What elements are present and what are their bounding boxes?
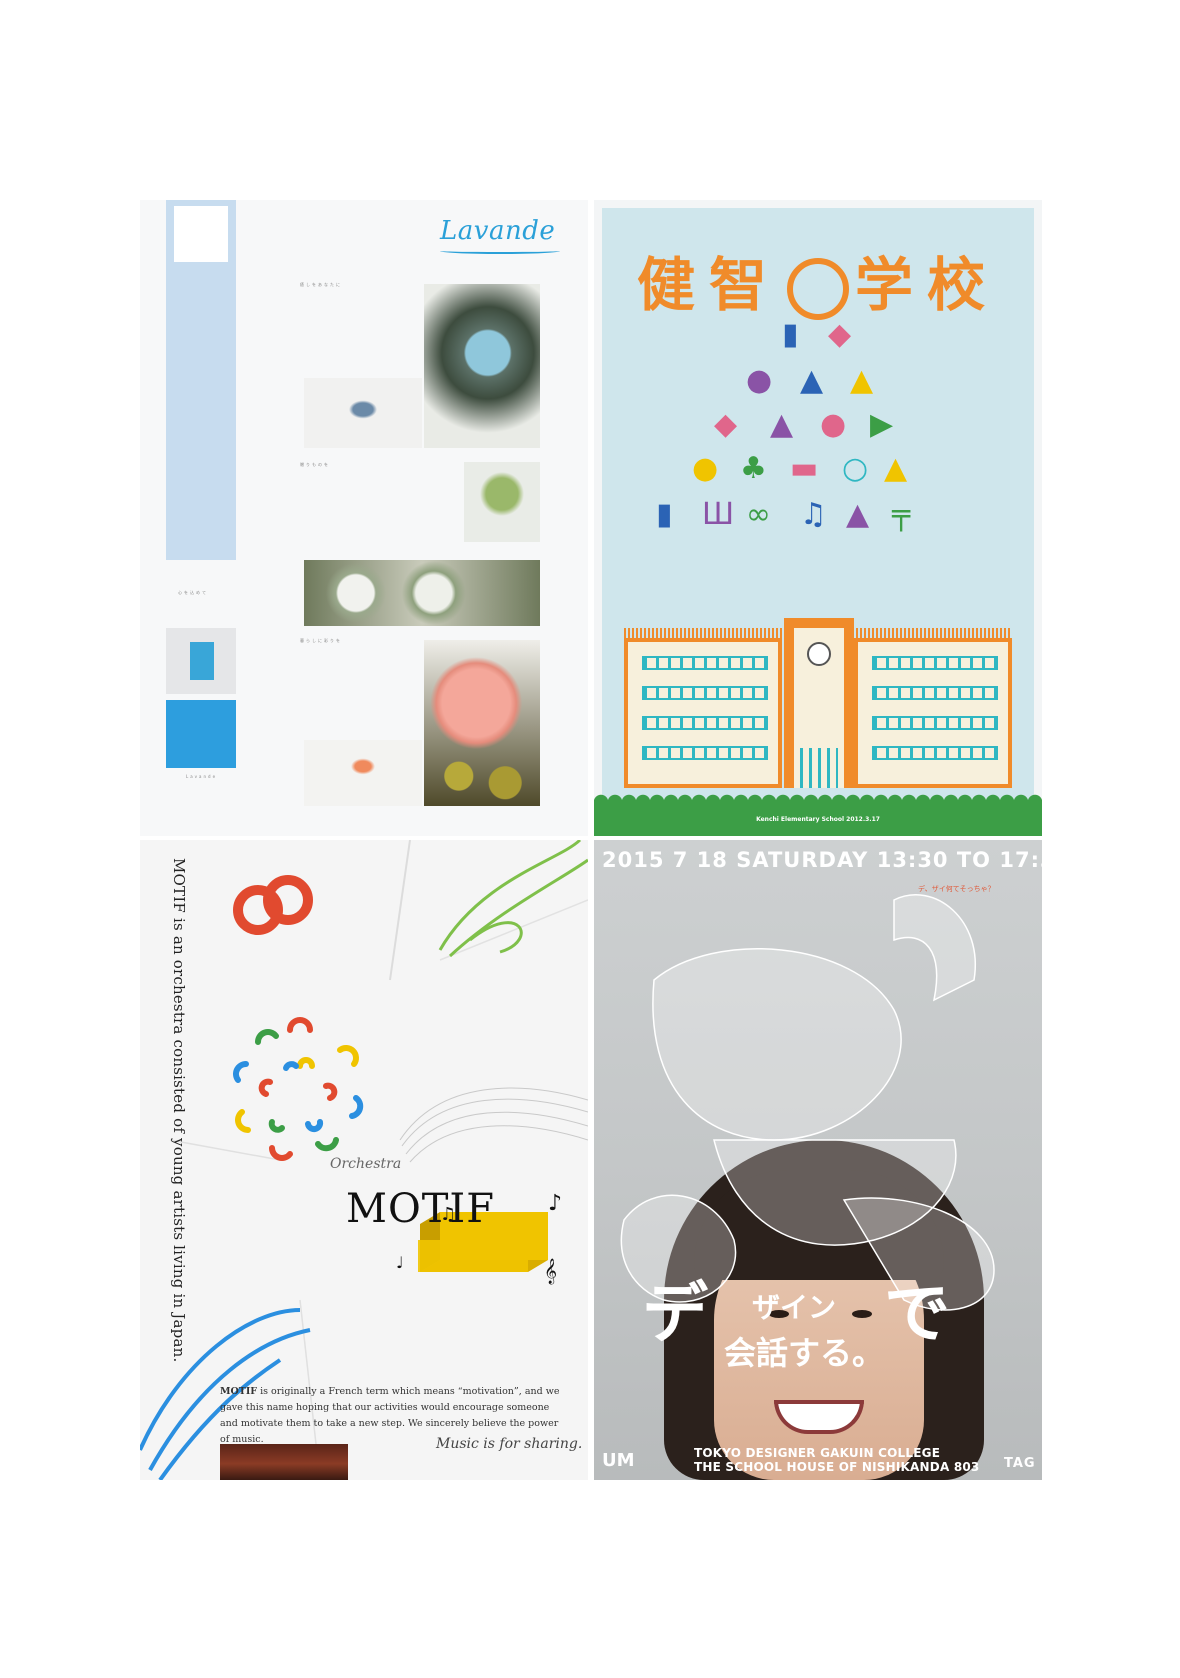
school-title-right: 学校 <box>855 251 1000 319</box>
wheel-icon: ● <box>820 407 847 442</box>
school-caption: Kenchi Elementary School 2012.3.17 <box>756 816 880 823</box>
design-venue: THE SCHOOL HOUSE OF NISHIKANDA 803 <box>694 1460 980 1474</box>
flask-icon: ▲ <box>846 497 870 532</box>
fork-icon: Ш <box>702 497 735 532</box>
lavande-panel: Lavande 癒しをあなたに 贈りものを 暮らしに彩りを 心を込めて Lava… <box>140 200 588 836</box>
clock-icon <box>807 642 831 666</box>
design-college: TOKYO DESIGNER GAKUIN COLLEGE <box>694 1446 941 1460</box>
lavande-logo: Lavande <box>440 216 556 246</box>
faucet-icon: ╤ <box>892 497 911 532</box>
lavande-photo-coral-rose <box>424 640 540 806</box>
motif-vertical-text: MOTIF is an orchestra consisted of young… <box>170 858 188 1363</box>
music-note-icon: ♪ <box>548 1191 562 1216</box>
bird-icon: ● <box>746 363 773 398</box>
school-wing-right <box>854 638 1012 788</box>
design-logo-um: UM <box>602 1450 635 1471</box>
motif-name: MOTIF <box>346 1186 495 1232</box>
school-emblem-icon <box>787 257 849 320</box>
design-jp-dee: で <box>884 1275 950 1352</box>
lavande-caption-2: 贈りものを <box>300 462 330 467</box>
lavande-photo-green-box <box>464 462 540 542</box>
motif-signature: Music is for sharing. <box>436 1436 583 1452</box>
slipper-icon: ▮ <box>656 497 673 532</box>
backpack-icon: ▮ <box>782 317 799 352</box>
school-wing-left <box>624 638 782 788</box>
lavande-caption-4: 心を込めて <box>178 590 208 595</box>
school-title: 健智 学校 <box>594 238 1042 322</box>
lavande-package-grey <box>166 628 236 694</box>
pencil-sharpener-icon: ▲ <box>884 451 908 486</box>
lavande-caption-3: 暮らしに彩りを <box>300 638 342 643</box>
flower-logo-icon <box>233 1017 364 1161</box>
design-jp-kaiwa: 会話する。 <box>724 1334 885 1372</box>
lavande-caption-1: 癒しをあなたに <box>300 282 342 287</box>
school-building <box>624 618 1012 798</box>
cup-icon: ◆ <box>828 317 852 352</box>
bulb-icon: ● <box>692 451 719 486</box>
glasses-icon: ∞ <box>746 497 771 532</box>
design-panel: 2015 7 18 SATURDAY 13:30 TO 17:30 デ、ザイ何て… <box>594 840 1042 1480</box>
school-door <box>800 748 838 788</box>
green-swirl-icon <box>438 840 588 958</box>
lavande-photo-blue-rose <box>424 284 540 448</box>
school-tower <box>784 618 854 788</box>
design-date-line: 2015 7 18 SATURDAY 13:30 TO 17:30 <box>602 848 1042 872</box>
school-title-left: 健智 <box>636 251 781 319</box>
design-jp-zain: ザイン <box>752 1291 837 1324</box>
wave-mesh-icon <box>399 1087 588 1163</box>
lavande-photo-small-vase <box>304 378 422 448</box>
shoe-icon: ▬ <box>790 451 819 486</box>
design-logo-tag: TAG <box>1004 1456 1036 1471</box>
pencil-icon: ▲ <box>770 407 794 442</box>
drop-icon: ▲ <box>800 363 824 398</box>
design-jp-de: デ <box>642 1275 708 1352</box>
music-note-icon: ♫ <box>800 497 827 532</box>
motif-orchestra-photo <box>220 1444 348 1480</box>
magnifier-icon: ○ <box>842 451 869 486</box>
school-panel: 健智 学校 ▮ ◆ ● ▲ ▲ ◆ ▲ ● ▶ ● ♣ ▬ ○ ▲ ▮ Ш ∞ ♫… <box>594 200 1042 836</box>
motif-panel: ♪ ♫ 𝄞 ♩ MOTIF is an orchestra consisted … <box>140 840 588 1480</box>
watering-can-icon: ◆ <box>714 407 738 442</box>
rings-icon <box>233 875 313 935</box>
lavande-photo-white-flowers <box>304 560 540 626</box>
lavande-blue-strip <box>166 200 236 560</box>
flag-icon: ▶ <box>870 407 894 442</box>
bell-icon: ▲ <box>850 363 874 398</box>
lavande-package-blue <box>166 700 236 768</box>
lavande-photo-orange-vase <box>304 740 422 806</box>
design-ribbon-graphic <box>620 894 995 1311</box>
lavande-caption-5: Lavande <box>186 774 218 779</box>
design-red-note: デ、ザイ何てそっちゃ？ <box>918 885 995 893</box>
motif-orchestra-label: Orchestra <box>330 1156 402 1172</box>
sprout-icon: ♣ <box>740 451 767 486</box>
svg-text:𝄞: 𝄞 <box>544 1258 557 1284</box>
svg-text:♩: ♩ <box>396 1253 404 1272</box>
